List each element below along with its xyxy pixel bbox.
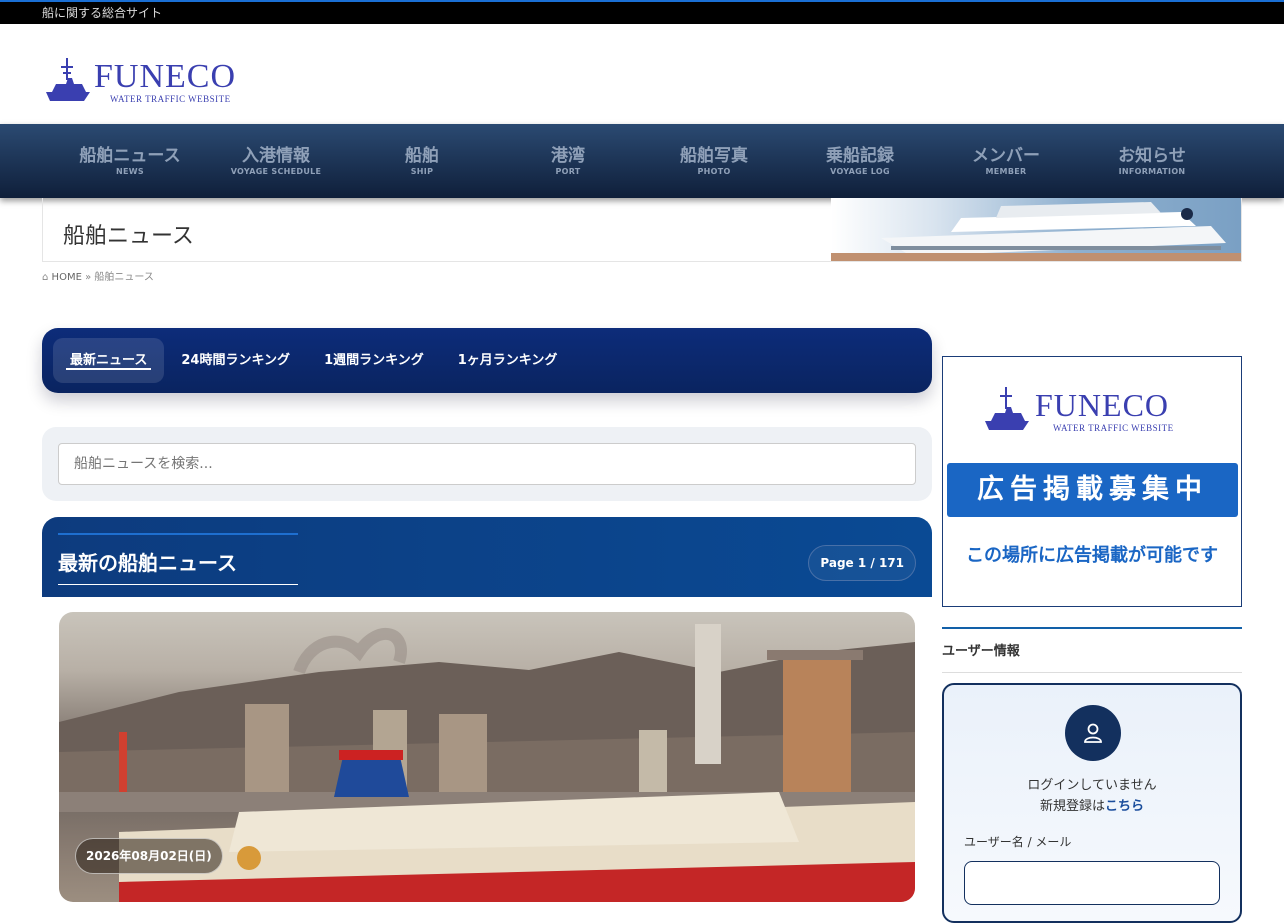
register-link[interactable]: こちら xyxy=(1105,799,1144,814)
top-bar: 船に関する総合サイト xyxy=(0,0,1284,24)
page-title: 船舶ニュース xyxy=(63,224,194,249)
nav-label: 入港情報 xyxy=(242,146,310,166)
news-card-image[interactable]: 2026年08月02日(日) xyxy=(59,612,915,902)
tab-weekly-ranking[interactable]: 1週間ランキング xyxy=(307,338,441,383)
breadcrumb: ⌂ HOME » 船舶ニュース xyxy=(0,262,1284,289)
login-status-text: ログインしていません xyxy=(1027,778,1157,793)
nav-sublabel: MEMBER xyxy=(985,167,1027,176)
ad-logo-subtitle: WATER TRAFFIC WEBSITE xyxy=(1053,423,1174,433)
page-indicator-badge: Page 1 / 171 xyxy=(808,545,916,581)
news-date-badge: 2026年08月02日(日) xyxy=(75,838,223,874)
user-info-heading: ユーザー情報 xyxy=(942,627,1242,673)
nav-item-port[interactable]: 港湾 PORT xyxy=(495,124,641,198)
tab-latest-news[interactable]: 最新ニュース xyxy=(53,338,165,383)
login-status: ログインしていません 新規登録はこちら xyxy=(944,775,1240,817)
ship-logo-icon xyxy=(985,387,1029,430)
nav-sublabel: NEWS xyxy=(116,167,144,176)
ad-logo-wordmark: FUNECO xyxy=(1035,387,1170,423)
nav-label: 港湾 xyxy=(551,146,585,166)
nav-item-news[interactable]: 船舶ニュース NEWS xyxy=(57,124,203,198)
user-login-box: ログインしていません 新規登録はこちら ユーザー名 / メール xyxy=(942,683,1242,923)
nav-sublabel: PORT xyxy=(555,167,581,176)
nav-label: 船舶ニュース xyxy=(79,146,181,166)
latest-news-section: 最新の船舶ニュース Page 1 / 171 2026年08月02日(日) xyxy=(42,517,932,902)
home-icon: ⌂ xyxy=(42,272,49,283)
nav-sublabel: VOYAGE SCHEDULE xyxy=(230,167,322,176)
nav-item-voyage-log[interactable]: 乗船記録 VOYAGE LOG xyxy=(787,124,933,198)
nav-item-ship[interactable]: 船舶 SHIP xyxy=(349,124,495,198)
ship-logo-icon xyxy=(46,58,90,101)
tab-monthly-ranking[interactable]: 1ヶ月ランキング xyxy=(441,338,575,383)
ad-banner[interactable]: FUNECO WATER TRAFFIC WEBSITE 広告掲載募集中 この場… xyxy=(942,356,1242,607)
main-nav: 船舶ニュース NEWS 入港情報 VOYAGE SCHEDULE 船舶 SHIP 港湾… xyxy=(0,124,1284,198)
latest-news-header: 最新の船舶ニュース Page 1 / 171 xyxy=(42,517,932,597)
breadcrumb-home-link[interactable]: HOME xyxy=(52,272,82,283)
user-icon xyxy=(1084,723,1102,743)
ad-available-text: この場所に広告掲載が可能です xyxy=(966,545,1218,566)
site-tagline: 船に関する総合サイト xyxy=(42,6,163,20)
cruise-ship-illustration xyxy=(831,202,1241,261)
register-line: 新規登録はこちら xyxy=(944,796,1240,817)
nav-label: 乗船記録 xyxy=(826,146,894,166)
tab-24h-ranking[interactable]: 24時間ランキング xyxy=(164,338,307,383)
breadcrumb-separator: » xyxy=(85,272,92,283)
breadcrumb-current: 船舶ニュース xyxy=(94,272,154,283)
user-avatar xyxy=(1065,705,1121,761)
logo-wordmark: FUNECO xyxy=(94,58,237,95)
nav-label: 船舶 xyxy=(405,146,439,166)
logo-subtitle: WATER TRAFFIC WEBSITE xyxy=(110,94,231,104)
news-tabs: 最新ニュース 24時間ランキング 1週間ランキング 1ヶ月ランキング xyxy=(42,328,932,393)
ad-logo: FUNECO WATER TRAFFIC WEBSITE xyxy=(983,383,1203,438)
nav-sublabel: INFORMATION xyxy=(1118,167,1186,176)
site-header: FUNECO WATER TRAFFIC WEBSITE xyxy=(0,24,1284,124)
nav-item-voyage-schedule[interactable]: 入港情報 VOYAGE SCHEDULE xyxy=(203,124,349,198)
nav-item-photo[interactable]: 船舶写真 PHOTO xyxy=(641,124,787,198)
header-ship-image xyxy=(831,198,1241,261)
ad-recruit-band: 広告掲載募集中 xyxy=(947,463,1238,517)
news-search-box xyxy=(42,427,932,501)
nav-sublabel: SHIP xyxy=(410,167,434,176)
register-prefix: 新規登録は xyxy=(1039,799,1105,814)
nav-item-member[interactable]: メンバー MEMBER xyxy=(933,124,1079,198)
nav-label: 船舶写真 xyxy=(680,146,748,166)
username-input[interactable] xyxy=(964,861,1220,905)
nav-label: お知らせ xyxy=(1118,146,1186,166)
page-header: 船舶ニュース xyxy=(42,198,1242,262)
news-search-input[interactable] xyxy=(58,443,916,485)
nav-label: メンバー xyxy=(972,146,1040,166)
username-label: ユーザー名 / メール xyxy=(964,835,1072,849)
sidebar: FUNECO WATER TRAFFIC WEBSITE 広告掲載募集中 この場… xyxy=(942,356,1242,923)
header-accent-line xyxy=(58,533,298,535)
nav-item-information[interactable]: お知らせ INFORMATION xyxy=(1079,124,1225,198)
nav-sublabel: VOYAGE LOG xyxy=(830,167,890,176)
site-logo[interactable]: FUNECO WATER TRAFFIC WEBSITE xyxy=(44,54,244,104)
nav-sublabel: PHOTO xyxy=(697,167,731,176)
main-content: 最新ニュース 24時間ランキング 1週間ランキング 1ヶ月ランキング 最新の船舶… xyxy=(42,328,932,902)
latest-news-heading: 最新の船舶ニュース xyxy=(58,547,298,585)
